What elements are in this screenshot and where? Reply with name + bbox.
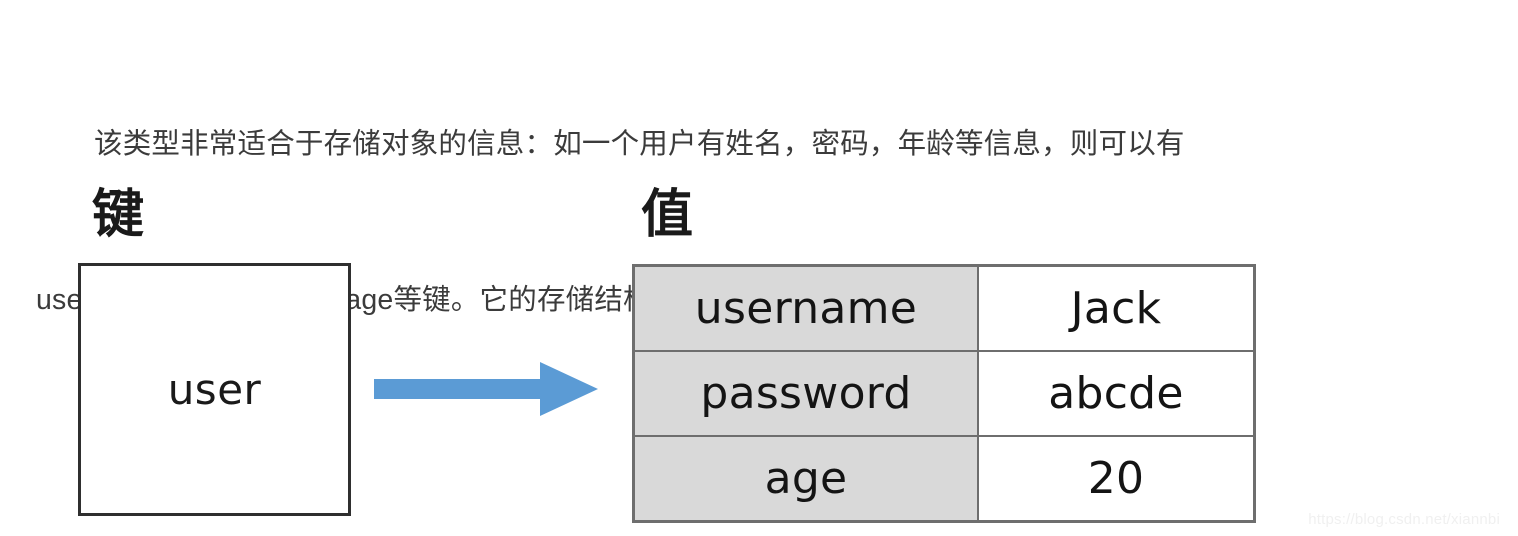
right-arrow-icon [374,358,600,420]
source-watermark: https://blog.csdn.net/xiannbi [1308,511,1500,528]
key-box: user [78,263,351,516]
table-cell-key: password [632,350,979,437]
value-table: username Jack password abcde age 20 [632,264,1256,523]
value-column-heading: 值 [641,185,694,245]
table-cell-key: age [632,435,979,523]
table-row: age 20 [632,435,1256,523]
table-cell-key: username [632,264,979,352]
key-value-diagram: 键 user 值 username Jack password abcde ag… [0,0,1518,536]
table-cell-value: abcde [977,350,1256,437]
key-box-value: user [167,365,262,414]
table-cell-value: Jack [977,264,1256,352]
key-column-heading: 键 [92,185,145,245]
table-row: username Jack [632,264,1256,352]
table-cell-value: 20 [977,435,1256,523]
table-row: password abcde [632,350,1256,437]
